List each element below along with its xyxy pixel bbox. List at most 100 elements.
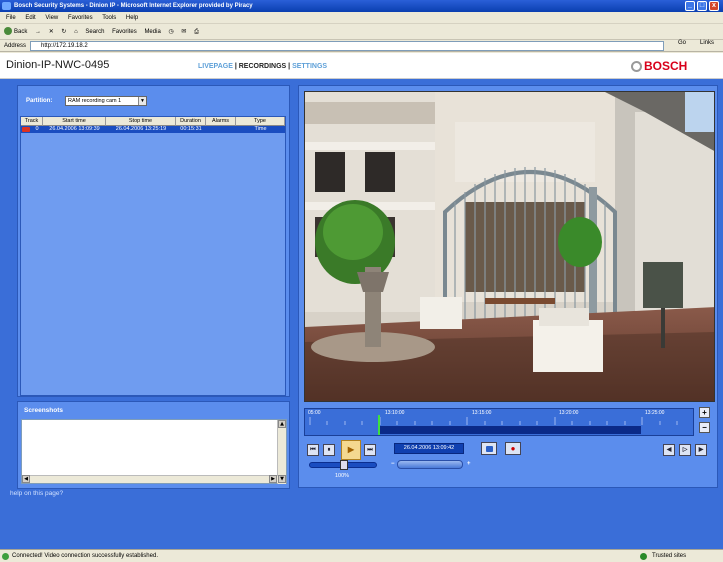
- scroll-left-icon[interactable]: ◀: [22, 475, 30, 483]
- step-plus-icon[interactable]: +: [467, 461, 471, 467]
- status-text: Connected! Video connection successfully…: [12, 553, 158, 559]
- export-button[interactable]: [481, 442, 497, 455]
- trusted-zone-icon: [640, 553, 647, 560]
- cell-start-time: 26.04.2006 13:09:39: [49, 126, 100, 132]
- video-panel: 05:00 13:10:00 13:15:00 13:20:00 13:25:0…: [298, 85, 718, 488]
- recordings-panel: Partition: RAM recording cam 1 ▼ Track S…: [17, 85, 290, 397]
- nav-recordings[interactable]: RECORDINGS: [239, 63, 286, 70]
- mail-button[interactable]: ✉: [181, 24, 186, 40]
- address-bar: Address http://172.19.18.2 Go Links: [0, 40, 723, 52]
- cell-track: 0: [35, 126, 39, 132]
- timeline[interactable]: 05:00 13:10:00 13:15:00 13:20:00 13:25:0…: [304, 408, 694, 436]
- history-button[interactable]: ◷: [168, 24, 173, 40]
- address-label: Address: [4, 43, 27, 49]
- close-button[interactable]: x: [709, 1, 719, 11]
- step-play-button[interactable]: ▷: [679, 444, 691, 456]
- recordings-table: Track Start time Stop time Duration Alar…: [20, 116, 286, 396]
- minimize-button[interactable]: _: [685, 1, 695, 11]
- step-back-button[interactable]: ◀: [663, 444, 675, 456]
- column-header-start[interactable]: Start time: [43, 117, 106, 126]
- media-button[interactable]: Media: [144, 24, 160, 40]
- connected-icon: [2, 553, 9, 560]
- screenshots-label: Screenshots: [24, 407, 64, 414]
- column-header-track[interactable]: Track: [21, 117, 43, 126]
- menu-view[interactable]: View: [45, 15, 58, 21]
- status-bar: Connected! Video connection successfully…: [0, 549, 723, 562]
- refresh-button[interactable]: ↻: [61, 24, 66, 40]
- playback-speed-slider[interactable]: [309, 460, 377, 470]
- partition-label: Partition:: [26, 98, 53, 104]
- stop-button[interactable]: ✕: [49, 24, 54, 40]
- frame-step-slider[interactable]: [397, 460, 463, 469]
- go-button[interactable]: Go: [678, 40, 686, 46]
- address-input[interactable]: http://172.19.18.2: [30, 41, 664, 51]
- column-header-stop[interactable]: Stop time: [106, 117, 176, 126]
- skip-to-end-button[interactable]: ⏭: [364, 444, 376, 456]
- main-nav: LIVEPAGE | RECORDINGS | SETTINGS: [198, 63, 327, 70]
- links-button[interactable]: Links: [700, 40, 714, 46]
- zoom-in-button[interactable]: +: [699, 407, 710, 418]
- print-button[interactable]: ⎙: [194, 24, 199, 40]
- column-header-type[interactable]: Type: [236, 117, 285, 126]
- timeline-ruler: [309, 417, 678, 425]
- partition-select[interactable]: RAM recording cam 1 ▼: [65, 96, 147, 106]
- column-header-alarms[interactable]: Alarms: [206, 117, 236, 126]
- maximize-button[interactable]: □: [697, 1, 707, 11]
- pause-button[interactable]: ⏸: [323, 444, 335, 456]
- timeline-tick: 05:00: [308, 410, 321, 416]
- back-arrow-icon: [4, 27, 12, 36]
- cell-alarms: [206, 126, 236, 133]
- scroll-right-icon[interactable]: ▶: [269, 475, 277, 483]
- forward-button[interactable]: →: [35, 24, 41, 40]
- device-name: Dinion-IP-NWC-0495: [6, 59, 110, 71]
- favorites-label: Favorites: [112, 29, 137, 35]
- browser-window: Bosch Security Systems - Dinion IP - Mic…: [0, 0, 723, 562]
- menu-file[interactable]: File: [6, 15, 16, 21]
- menu-help[interactable]: Help: [126, 15, 138, 21]
- table-row[interactable]: 0 26.04.2006 13:09:39 26.04.2006 13:25:1…: [21, 126, 285, 133]
- vertical-scrollbar[interactable]: ▲ ▼: [277, 420, 286, 484]
- zoom-out-button[interactable]: −: [699, 422, 710, 433]
- timeline-tick: 13:15:00: [472, 410, 492, 416]
- search-button[interactable]: Search: [85, 24, 104, 40]
- bosch-logo-icon: [631, 61, 642, 72]
- home-button[interactable]: ⌂: [74, 24, 78, 40]
- record-button[interactable]: ●: [505, 442, 521, 455]
- screenshots-panel: Screenshots ▲ ▼ ◀ ▶: [17, 401, 290, 489]
- nav-livepage[interactable]: LIVEPAGE: [198, 63, 233, 70]
- cell-type: Time: [254, 126, 267, 132]
- favorites-button[interactable]: Favorites: [112, 24, 137, 40]
- browser-toolbar: Back → ✕ ↻ ⌂ Search Favorites Media ◷ ✉ …: [0, 24, 723, 40]
- timeline-tick: 13:25:00: [645, 410, 665, 416]
- help-link[interactable]: help on this page?: [10, 490, 63, 497]
- horizontal-scrollbar[interactable]: ◀ ▶: [22, 475, 278, 483]
- playback-speed-value: 100%: [335, 473, 350, 479]
- recording-segment[interactable]: [379, 426, 641, 434]
- security-zone: Trusted sites: [652, 553, 687, 559]
- scroll-down-icon[interactable]: ▼: [278, 475, 286, 483]
- step-minus-icon[interactable]: −: [391, 461, 395, 467]
- window-title: Bosch Security Systems - Dinion IP - Mic…: [14, 3, 253, 9]
- cell-duration: 00:15:31: [180, 126, 202, 132]
- back-button[interactable]: Back: [4, 24, 27, 40]
- nav-settings[interactable]: SETTINGS: [292, 63, 327, 70]
- search-label: Search: [85, 29, 105, 35]
- column-header-duration[interactable]: Duration: [176, 117, 206, 126]
- camera-icon: [486, 446, 493, 452]
- scroll-up-icon[interactable]: ▲: [278, 420, 286, 428]
- menu-favorites[interactable]: Favorites: [68, 15, 93, 21]
- screenshots-list[interactable]: ▲ ▼ ◀ ▶: [21, 419, 287, 484]
- step-forward-button[interactable]: ▶: [695, 444, 707, 456]
- timeline-tick: 13:20:00: [559, 410, 579, 416]
- recording-track-icon: [22, 127, 30, 132]
- courtyard-video-image: [305, 92, 714, 401]
- partition-value: RAM recording cam 1: [68, 98, 122, 104]
- playback-cursor[interactable]: [378, 415, 380, 435]
- skip-to-start-button[interactable]: ⏮: [307, 444, 319, 456]
- menu-tools[interactable]: Tools: [102, 15, 116, 21]
- chevron-down-icon[interactable]: ▼: [138, 97, 146, 105]
- video-stream[interactable]: [304, 91, 715, 402]
- menu-edit[interactable]: Edit: [25, 15, 35, 21]
- slider-thumb[interactable]: [340, 460, 348, 470]
- play-button[interactable]: ▶: [341, 440, 361, 460]
